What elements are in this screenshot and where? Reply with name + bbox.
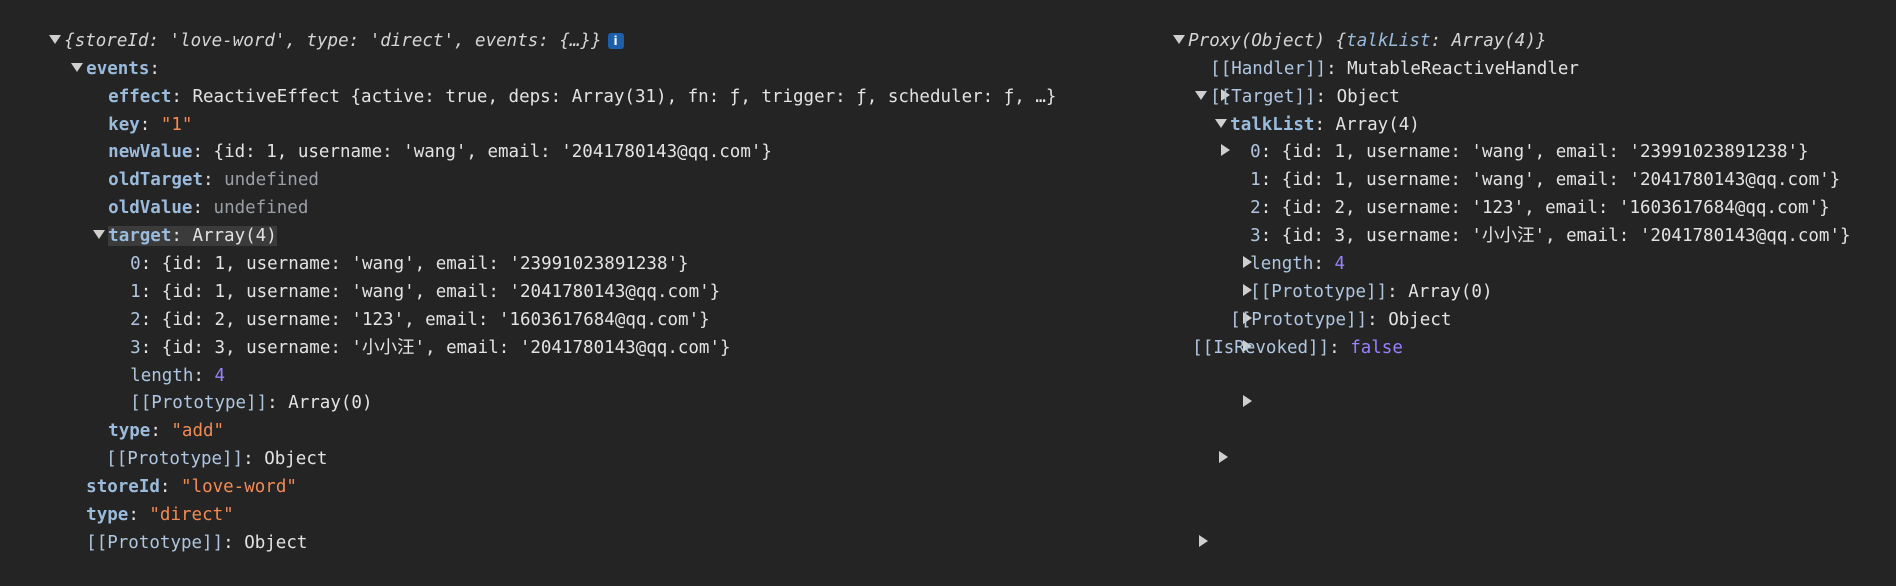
root-object-row[interactable]: {storeId: 'love-word', type: 'direct', e… [0,0,1130,51]
handler-row[interactable]: [[Handler]]: MutableReactiveHandler [1128,28,1896,79]
talklist-item-row[interactable]: 2: {id: 2, username: '123', email: '1603… [1128,167,1896,218]
oldvalue-row: oldValue: undefined [108,198,309,219]
talklist-row[interactable]: talkList: Array(4) [1128,84,1896,135]
prototype-array-row[interactable]: [[Prototype]]: Array(0) [1128,251,1896,302]
talklist-item-row[interactable]: 0: {id: 1, username: 'wang', email: '239… [1128,112,1896,162]
type-row: type: "direct" [86,505,234,526]
prototype-object-row[interactable]: [[Prototype]]: Object [0,418,1229,469]
talklist-item-row[interactable]: 3: {id: 3, username: '小小汪', email: '2041… [1128,195,1896,246]
expand-triangle-icon[interactable] [1240,391,1258,411]
target-item-row[interactable]: 1: {id: 1, username: 'wang', email: '204… [0,251,1253,302]
expand-triangle-icon[interactable] [1216,447,1234,467]
target-item-row[interactable]: 2: {id: 2, username: '123', email: '1603… [0,279,1253,330]
prototype-key: [[Prototype]] [86,532,224,553]
storeid-row: storeId: "love-word" [86,477,297,498]
events-row[interactable]: events: [0,28,1130,79]
target-item-row[interactable]: 0: {id: 1, username: 'wang', email: '239… [0,223,1253,274]
isrevoked-row: [[IsRevoked]]: false [1192,337,1403,358]
prototype-array-row[interactable]: [[Prototype]]: Array(0) [0,363,1253,413]
type-inner-row: type: "add" [108,421,225,442]
left-console-tree: {storeId: 'love-word', type: 'direct', e… [0,0,1253,553]
length-row: length: 4 [130,365,225,386]
oldtarget-row: oldTarget: undefined [108,170,319,191]
target-item-row[interactable]: 3: {id: 3, username: '小小汪', email: '2041… [0,307,1253,358]
proxy-root-row[interactable]: Proxy(Object) {talkList: Array(4)} [1128,0,1896,51]
isrevoked-value: false [1350,337,1403,358]
length-row: length: 4 [1250,254,1345,275]
isrevoked-key: [[IsRevoked]] [1192,337,1330,358]
prototype-value: Object [244,532,308,553]
prototype-root-row[interactable]: [[Prototype]]: Object [0,502,1209,553]
key-row: key: "1" [108,114,193,135]
right-console-tree: Proxy(Object) {talkList: Array(4)} [[Han… [1128,0,1896,358]
expand-triangle-icon[interactable] [1196,531,1214,551]
target-row[interactable]: target: Array(4) [0,195,1130,247]
effect-row[interactable]: effect: ReactiveEffect {active: true, de… [0,56,1231,107]
newvalue-row[interactable]: newValue: {id: 1, username: 'wang', emai… [0,112,1231,162]
prototype-object-row[interactable]: [[Prototype]]: Object [1128,279,1896,330]
talklist-item-row[interactable]: 1: {id: 1, username: 'wang', email: '204… [1128,139,1896,190]
target-row[interactable]: [[Target]]: Object [1128,56,1896,107]
